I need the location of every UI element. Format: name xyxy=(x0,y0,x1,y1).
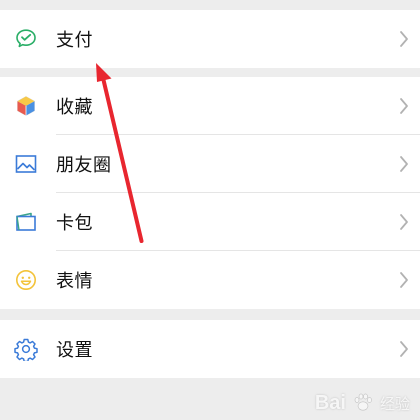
smiley-icon xyxy=(14,268,38,292)
features-group: 收藏 朋友圈 卡包 表情 xyxy=(0,77,420,309)
moments-picture-icon xyxy=(14,152,38,176)
settings-group: 设置 xyxy=(0,320,420,378)
wechat-pay-icon xyxy=(14,27,38,51)
wechat-me-page: 支付 收藏 朋友圈 卡包 表情 设置 Bai 经验 xyxy=(0,0,420,420)
menu-item-favorites[interactable]: 收藏 xyxy=(0,77,420,135)
menu-item-pay[interactable]: 支付 xyxy=(0,10,420,68)
menu-item-cards[interactable]: 卡包 xyxy=(0,193,420,251)
chevron-right-icon xyxy=(400,98,408,114)
menu-item-favorites-label: 收藏 xyxy=(56,97,93,118)
chevron-right-icon xyxy=(400,272,408,288)
card-wallet-icon xyxy=(14,210,38,234)
watermark-text-cn: 经验 xyxy=(379,394,410,413)
watermark-logo: Bai 经验 xyxy=(315,390,410,416)
menu-item-moments-label: 朋友圈 xyxy=(56,155,112,176)
chevron-right-icon xyxy=(400,214,408,230)
menu-item-pay-label: 支付 xyxy=(56,30,93,51)
gear-icon xyxy=(14,337,38,361)
pay-group: 支付 xyxy=(0,10,420,68)
chevron-right-icon xyxy=(400,31,408,47)
menu-item-stickers-label: 表情 xyxy=(56,271,93,292)
menu-item-settings[interactable]: 设置 xyxy=(0,320,420,378)
chevron-right-icon xyxy=(400,156,408,172)
favorites-cube-icon xyxy=(14,94,38,118)
chevron-right-icon xyxy=(400,341,408,357)
paw-icon xyxy=(354,393,372,411)
watermark-text-en: Bai xyxy=(314,391,346,414)
menu-item-stickers[interactable]: 表情 xyxy=(0,251,420,309)
menu-item-moments[interactable]: 朋友圈 xyxy=(0,135,420,193)
menu-item-settings-label: 设置 xyxy=(56,340,93,361)
menu-item-cards-label: 卡包 xyxy=(56,213,93,234)
